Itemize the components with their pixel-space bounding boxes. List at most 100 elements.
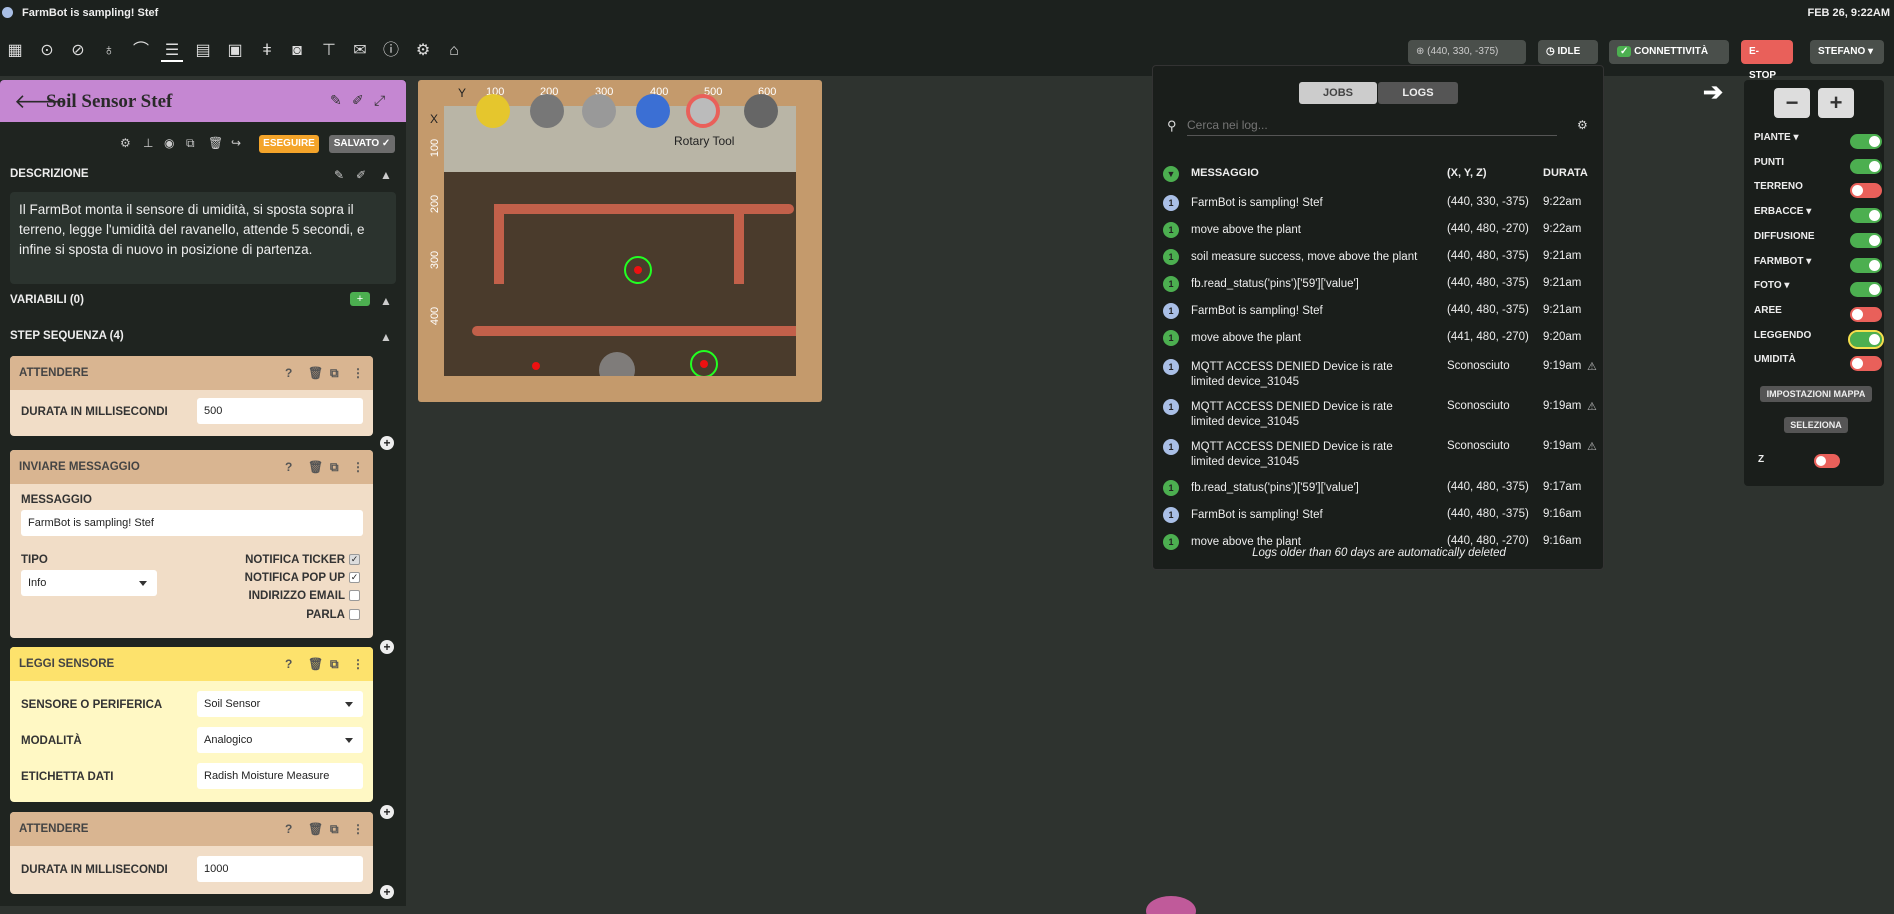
- user-menu[interactable]: STEFANO ▾: [1810, 40, 1884, 64]
- layer-switch[interactable]: [1850, 232, 1882, 248]
- layer-switch[interactable]: [1850, 183, 1882, 199]
- tool-icon[interactable]: ⊤: [318, 40, 340, 62]
- trash-icon[interactable]: 🗑: [308, 356, 323, 390]
- chevron-up-icon[interactable]: ▲: [380, 330, 392, 346]
- grid-icon[interactable]: ▦: [4, 40, 26, 62]
- log-row[interactable]: 1 MQTT ACCESS DENIED Device is rate limi…: [1153, 396, 1605, 428]
- layer-switch[interactable]: [1850, 134, 1882, 149]
- pencil-icon[interactable]: ✐: [356, 168, 366, 184]
- filter-icon[interactable]: ▼: [1163, 166, 1179, 182]
- duration-input[interactable]: 500: [197, 398, 363, 424]
- edit-icon[interactable]: ✐: [352, 92, 364, 109]
- expand-icon[interactable]: ⤢: [374, 92, 385, 109]
- add-step-button[interactable]: +: [380, 805, 394, 819]
- help-icon[interactable]: ⓘ: [380, 40, 402, 62]
- search-input[interactable]: [1187, 114, 1557, 136]
- tab-jobs[interactable]: JOBS: [1299, 82, 1377, 104]
- curve-icon[interactable]: ⌒: [130, 40, 152, 62]
- sensor-select[interactable]: Soil Sensor: [197, 691, 363, 717]
- chevron-down-icon[interactable]: ▾: [1806, 206, 1811, 217]
- more-icon[interactable]: ⋮: [352, 450, 364, 484]
- tag-input[interactable]: Radish Moisture Measure: [197, 763, 363, 789]
- log-row[interactable]: 1 fb.read_status('pins')['59']['value'] …: [1153, 273, 1605, 295]
- layer-switch[interactable]: [1850, 306, 1882, 322]
- popup-checkbox[interactable]: ✓: [349, 572, 360, 583]
- sensor-icon[interactable]: ǂ: [256, 40, 278, 62]
- add-step-button[interactable]: +: [380, 436, 394, 450]
- more-icon[interactable]: ⋮: [352, 356, 364, 390]
- mode-select[interactable]: Analogico: [197, 727, 363, 753]
- copy-icon[interactable]: ⧉: [330, 812, 339, 846]
- gear-icon[interactable]: ⚙: [412, 40, 434, 62]
- saved-button[interactable]: SALVATO ✓: [329, 135, 395, 153]
- copy-icon[interactable]: ⧉: [330, 450, 339, 484]
- chevron-up-icon[interactable]: ▲: [380, 294, 392, 310]
- arrow-right-icon[interactable]: ➔: [1703, 78, 1723, 107]
- z-toggle[interactable]: [1814, 454, 1840, 468]
- trash-icon[interactable]: 🗑: [308, 450, 323, 484]
- regimen-icon[interactable]: ▤: [192, 40, 214, 62]
- layer-switch[interactable]: [1848, 329, 1884, 349]
- gear-icon[interactable]: ⚙: [1577, 118, 1588, 132]
- mail-icon[interactable]: ✉: [349, 40, 371, 62]
- message-input[interactable]: FarmBot is sampling! Stef: [21, 510, 363, 536]
- pin-icon[interactable]: ⊥: [143, 136, 153, 152]
- copy-icon[interactable]: ⧉: [186, 136, 195, 152]
- help-icon[interactable]: ?: [285, 356, 292, 390]
- coords-chip[interactable]: ⊕ (440, 330, -375): [1408, 40, 1526, 64]
- camera-icon[interactable]: ◙: [286, 40, 308, 62]
- eye-icon[interactable]: ◉: [164, 136, 174, 152]
- help-icon[interactable]: ?: [285, 450, 292, 484]
- log-row[interactable]: 1 fb.read_status('pins')['59']['value'] …: [1153, 477, 1605, 499]
- log-row[interactable]: 1 move above the plant (440, 480, -270) …: [1153, 219, 1605, 241]
- log-row[interactable]: 1 move above the plant (441, 480, -270) …: [1153, 327, 1605, 349]
- layer-switch[interactable]: [1850, 356, 1882, 372]
- estop-button[interactable]: E-STOP: [1741, 40, 1793, 81]
- tool-slot[interactable]: [636, 94, 670, 128]
- layer-switch[interactable]: [1850, 158, 1882, 174]
- chevron-up-icon[interactable]: ▲: [380, 168, 392, 184]
- log-row[interactable]: 1 FarmBot is sampling! Stef (440, 480, -…: [1153, 300, 1605, 322]
- tab-logs[interactable]: LOGS: [1378, 82, 1458, 104]
- rotary-tool-slot[interactable]: [686, 94, 720, 128]
- plant-icon[interactable]: ⊙: [36, 40, 58, 62]
- trash-icon[interactable]: 🗑: [308, 812, 323, 846]
- sequence-icon[interactable]: ☰: [161, 40, 183, 62]
- layer-switch[interactable]: [1850, 257, 1882, 273]
- chevron-down-icon[interactable]: ▾: [1784, 280, 1789, 291]
- duration-input[interactable]: 1000: [197, 856, 363, 882]
- select-button[interactable]: SELEZIONA: [1784, 417, 1848, 433]
- map-settings-button[interactable]: IMPOSTAZIONI MAPPA: [1760, 386, 1872, 402]
- log-row[interactable]: 1 MQTT ACCESS DENIED Device is rate limi…: [1153, 436, 1605, 468]
- layer-switch[interactable]: [1850, 282, 1882, 298]
- zoom-out-button[interactable]: −: [1774, 88, 1810, 118]
- description-text[interactable]: Il FarmBot monta il sensore di umidità, …: [10, 192, 396, 284]
- brand-logo-icon[interactable]: [1146, 896, 1196, 914]
- magic-icon[interactable]: ✎: [330, 92, 342, 109]
- share-icon[interactable]: ↪: [231, 136, 241, 152]
- add-step-button[interactable]: +: [380, 640, 394, 654]
- chevron-down-icon[interactable]: ▾: [1806, 256, 1811, 267]
- farmbot-head[interactable]: [599, 352, 635, 376]
- help-icon[interactable]: ?: [285, 647, 292, 681]
- email-checkbox[interactable]: [349, 590, 360, 601]
- garden-map[interactable]: Y X 100 200 300 400 500 600 100 200 300 …: [418, 80, 822, 402]
- tool-slot[interactable]: [476, 94, 510, 128]
- layer-switch[interactable]: [1850, 208, 1882, 224]
- settings-icon[interactable]: ⚙: [120, 136, 131, 152]
- log-row[interactable]: 1 FarmBot is sampling! Stef (440, 330, -…: [1153, 192, 1605, 214]
- tool-slot[interactable]: [582, 94, 616, 128]
- run-button[interactable]: ESEGUIRE: [259, 135, 319, 153]
- tool-slot[interactable]: [530, 94, 564, 128]
- log-row[interactable]: 1 soil measure success, move above the p…: [1153, 246, 1605, 268]
- chevron-down-icon[interactable]: ▾: [1793, 132, 1798, 143]
- weed-icon[interactable]: ⊘: [67, 40, 89, 62]
- speak-checkbox[interactable]: [349, 609, 360, 620]
- log-row[interactable]: 1 MQTT ACCESS DENIED Device is rate limi…: [1153, 356, 1605, 388]
- magic-edit-icon[interactable]: ✎: [334, 168, 344, 184]
- ticker-checkbox[interactable]: ✓: [349, 554, 360, 565]
- trash-icon[interactable]: 🗑: [308, 647, 323, 681]
- copy-icon[interactable]: ⧉: [330, 647, 339, 681]
- help-icon[interactable]: ?: [285, 812, 292, 846]
- copy-icon[interactable]: ⧉: [330, 356, 339, 390]
